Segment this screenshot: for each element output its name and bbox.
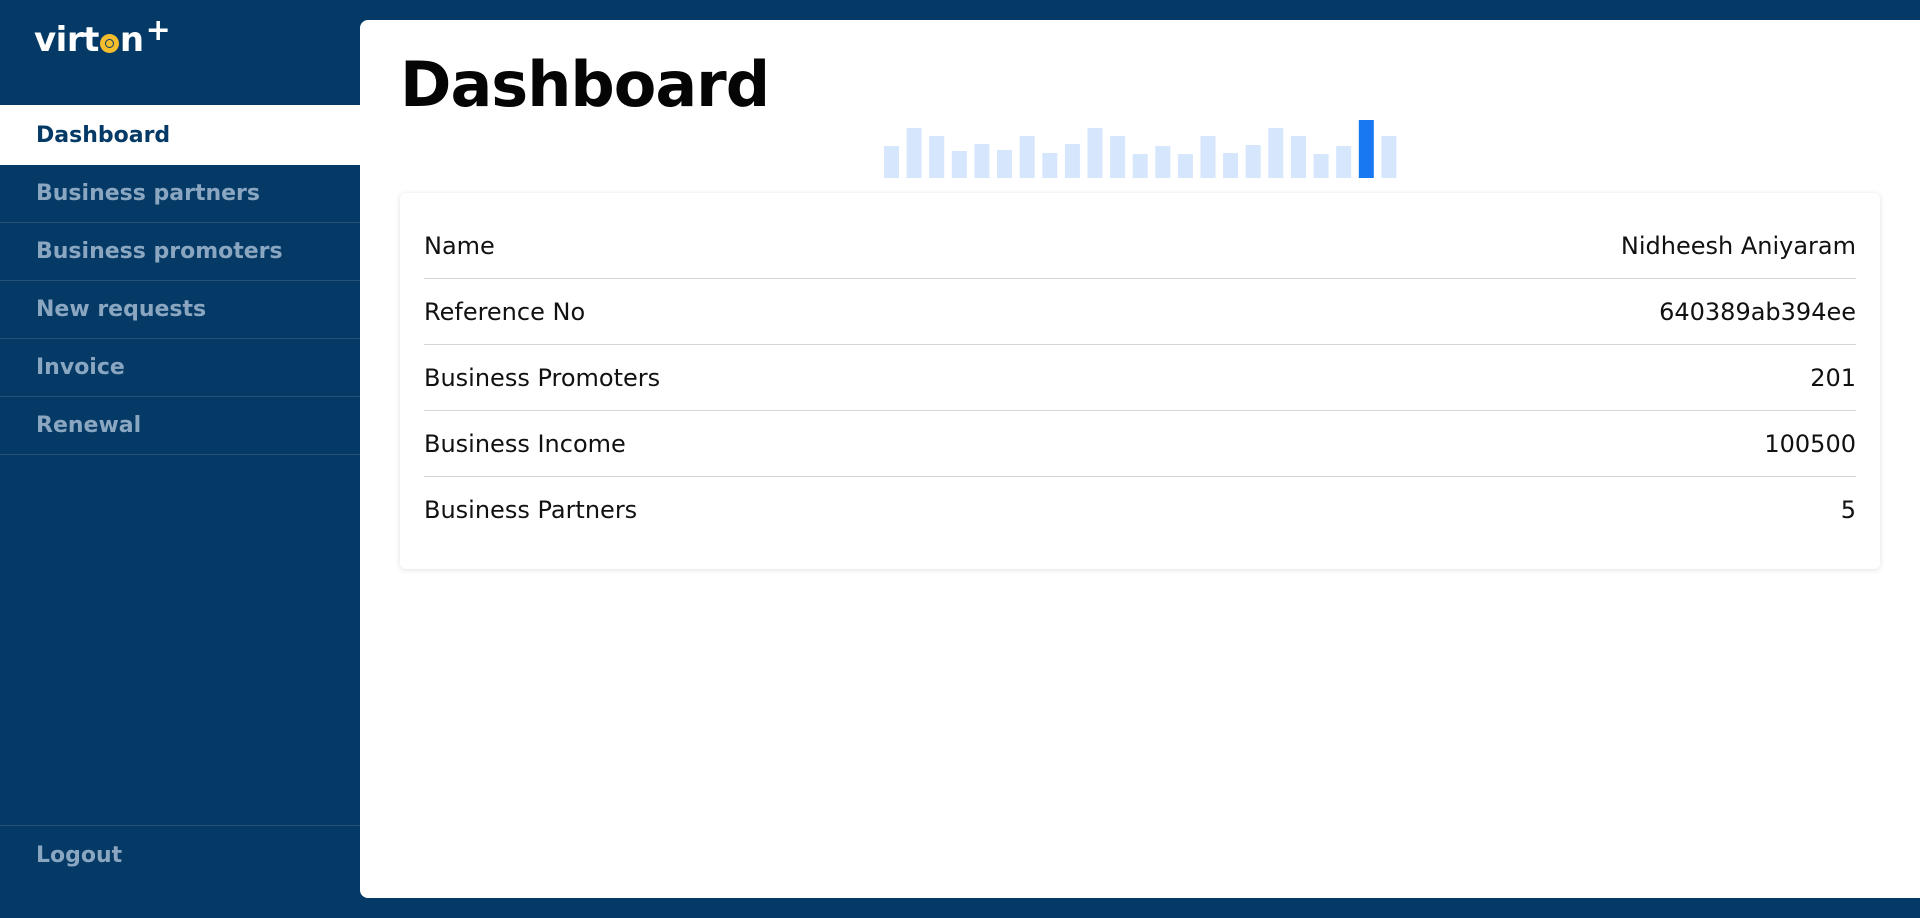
detail-row-business-partners: Business Partners 5 [424, 477, 1856, 542]
logo-plus: + [145, 13, 171, 48]
detail-value: 5 [1840, 495, 1856, 524]
detail-label: Name [424, 231, 495, 260]
chart-bar [997, 150, 1012, 178]
sidebar-item-renewal[interactable]: Renewal [0, 397, 360, 455]
chart-bar [1245, 145, 1261, 178]
chart-bar [951, 151, 967, 178]
chart-bar [1132, 154, 1148, 178]
logo-text: virt [34, 20, 99, 60]
logo-text-tail: n [119, 20, 144, 60]
chart-bar [906, 128, 922, 178]
chart-bar [974, 144, 990, 178]
detail-value: 100500 [1764, 429, 1856, 458]
chart-bar [1177, 154, 1193, 178]
detail-value: 640389ab394ee [1659, 297, 1856, 326]
chart-bar [1336, 146, 1352, 178]
sidebar-item-business-partners[interactable]: Business partners [0, 165, 360, 223]
chart-bar [1313, 154, 1329, 178]
detail-row-business-income: Business Income 100500 [424, 411, 1856, 477]
sidebar: virt n + Dashboard Business partners Busin… [0, 0, 360, 918]
sidebar-item-label: Dashboard [36, 122, 171, 148]
page-title: Dashboard [400, 48, 770, 121]
detail-label: Business Promoters [424, 363, 661, 392]
sidebar-item-label: Renewal [36, 413, 142, 438]
sidebar-item-dashboard[interactable]: Dashboard [0, 105, 360, 165]
detail-label: Reference No [424, 297, 586, 326]
sidebar-item-business-promoters[interactable]: Business promoters [0, 223, 360, 281]
chart-bar [884, 146, 899, 178]
logo[interactable]: virt n + [34, 13, 171, 62]
chart-bar [1087, 128, 1103, 178]
chart-bar [1268, 128, 1284, 178]
detail-row-name: Name Nidheesh Aniyaram [424, 213, 1856, 279]
detail-label: Business Income [424, 429, 626, 458]
logout-button[interactable]: Logout [0, 825, 360, 885]
chart-bar [1358, 120, 1374, 178]
detail-label: Business Partners [424, 495, 638, 524]
chart-bar [1042, 153, 1058, 178]
app-window: virt n + Dashboard Business partners Busin… [0, 0, 1920, 918]
decorative-bar-chart [884, 120, 1397, 178]
chart-bar [929, 136, 945, 178]
chart-bar [1064, 144, 1080, 178]
sidebar-item-label: Business promoters [36, 239, 283, 264]
sidebar-item-label: Invoice [36, 355, 125, 380]
main-panel: Dashboard Name Nidheesh Aniyaram Referen… [360, 20, 1920, 898]
chart-bar [1110, 136, 1126, 178]
sidebar-item-label: Business partners [36, 181, 260, 206]
sidebar-item-invoice[interactable]: Invoice [0, 339, 360, 397]
sidebar-item-new-requests[interactable]: New requests [0, 281, 360, 339]
detail-value: Nidheesh Aniyaram [1620, 231, 1856, 260]
detail-value: 201 [1810, 363, 1856, 392]
logout-label: Logout [36, 843, 123, 868]
chart-bar [1200, 136, 1216, 178]
detail-row-reference-no: Reference No 640389ab394ee [424, 279, 1856, 345]
detail-row-business-promoters: Business Promoters 201 [424, 345, 1856, 411]
chart-bar [1019, 136, 1035, 178]
logo-globe-icon [99, 34, 119, 53]
chart-bar [1155, 146, 1171, 178]
details-card: Name Nidheesh Aniyaram Reference No 6403… [400, 193, 1880, 569]
sidebar-nav: Dashboard Business partners Business pro… [0, 105, 360, 455]
sidebar-item-label: New requests [36, 297, 207, 322]
chart-bar [1291, 136, 1306, 178]
chart-bar [1223, 153, 1239, 178]
chart-bar [1381, 136, 1397, 178]
